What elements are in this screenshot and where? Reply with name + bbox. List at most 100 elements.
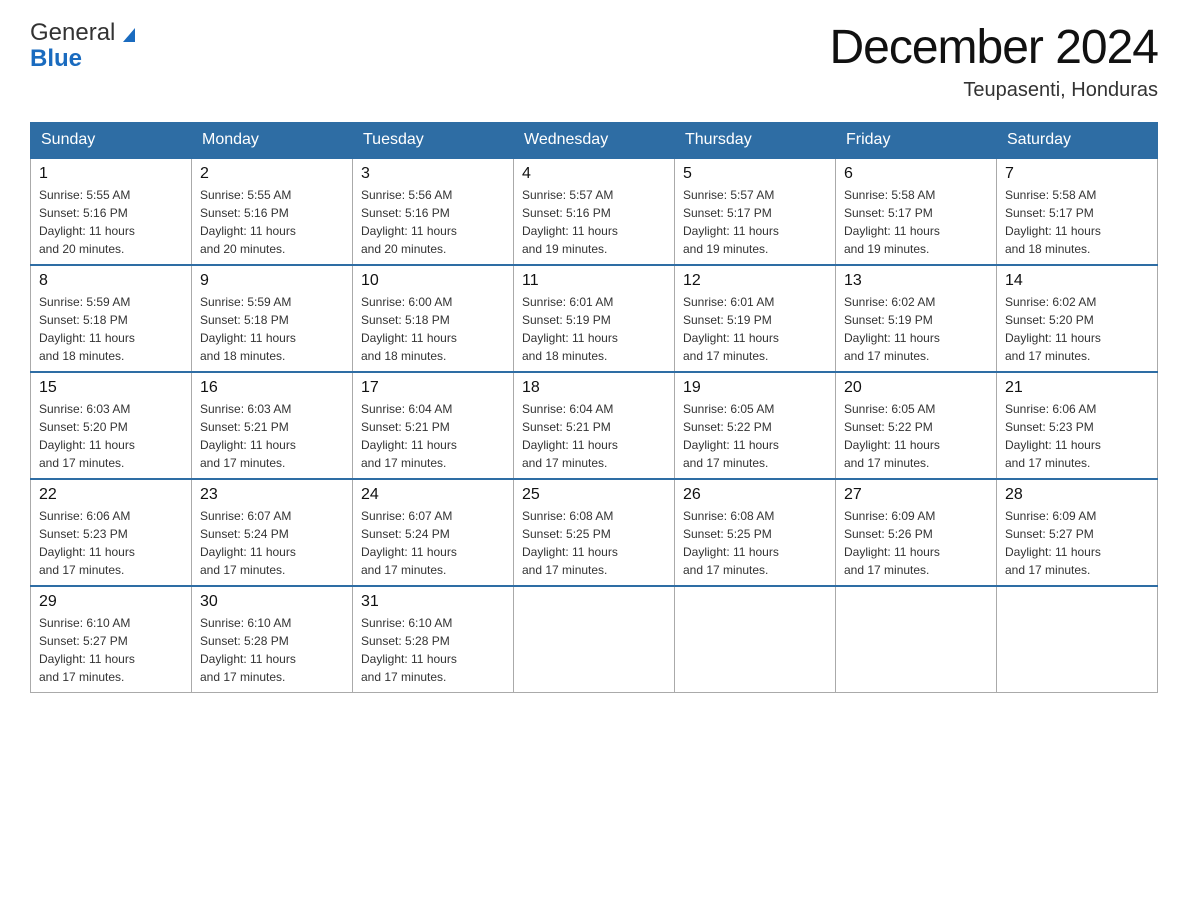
day-info: Sunrise: 5:59 AMSunset: 5:18 PMDaylight:… — [200, 293, 344, 365]
week-row-5: 29 Sunrise: 6:10 AMSunset: 5:27 PMDayligh… — [31, 586, 1158, 693]
day-number: 3 — [361, 165, 505, 183]
calendar-cell — [997, 586, 1158, 693]
day-number: 18 — [522, 379, 666, 397]
calendar-cell: 3 Sunrise: 5:56 AMSunset: 5:16 PMDaylight… — [353, 158, 514, 265]
day-number: 4 — [522, 165, 666, 183]
day-info: Sunrise: 5:55 AMSunset: 5:16 PMDaylight:… — [200, 186, 344, 258]
calendar-table: SundayMondayTuesdayWednesdayThursdayFrid… — [30, 122, 1158, 693]
day-number: 29 — [39, 593, 183, 611]
day-info: Sunrise: 6:02 AMSunset: 5:19 PMDaylight:… — [844, 293, 988, 365]
day-info: Sunrise: 5:55 AMSunset: 5:16 PMDaylight:… — [39, 186, 183, 258]
calendar-cell: 13 Sunrise: 6:02 AMSunset: 5:19 PMDayligh… — [836, 265, 997, 372]
day-number: 1 — [39, 165, 183, 183]
day-number: 10 — [361, 272, 505, 290]
logo-general-text: General — [30, 20, 115, 46]
day-info: Sunrise: 6:02 AMSunset: 5:20 PMDaylight:… — [1005, 293, 1149, 365]
day-number: 25 — [522, 486, 666, 504]
day-number: 20 — [844, 379, 988, 397]
day-number: 31 — [361, 593, 505, 611]
calendar-cell: 7 Sunrise: 5:58 AMSunset: 5:17 PMDaylight… — [997, 158, 1158, 265]
day-info: Sunrise: 6:05 AMSunset: 5:22 PMDaylight:… — [844, 400, 988, 472]
day-number: 30 — [200, 593, 344, 611]
calendar-cell: 6 Sunrise: 5:58 AMSunset: 5:17 PMDaylight… — [836, 158, 997, 265]
calendar-cell: 12 Sunrise: 6:01 AMSunset: 5:19 PMDayligh… — [675, 265, 836, 372]
calendar-cell: 11 Sunrise: 6:01 AMSunset: 5:19 PMDayligh… — [514, 265, 675, 372]
day-info: Sunrise: 5:57 AMSunset: 5:16 PMDaylight:… — [522, 186, 666, 258]
day-info: Sunrise: 6:09 AMSunset: 5:26 PMDaylight:… — [844, 507, 988, 579]
day-info: Sunrise: 6:08 AMSunset: 5:25 PMDaylight:… — [522, 507, 666, 579]
calendar-cell: 14 Sunrise: 6:02 AMSunset: 5:20 PMDayligh… — [997, 265, 1158, 372]
calendar-cell: 2 Sunrise: 5:55 AMSunset: 5:16 PMDaylight… — [192, 158, 353, 265]
calendar-cell: 20 Sunrise: 6:05 AMSunset: 5:22 PMDayligh… — [836, 372, 997, 479]
day-header-saturday: Saturday — [997, 123, 1158, 159]
day-number: 12 — [683, 272, 827, 290]
calendar-cell: 16Sunrise: 6:03 AMSunset: 5:21 PMDayligh… — [192, 372, 353, 479]
day-header-tuesday: Tuesday — [353, 123, 514, 159]
week-row-3: 15 Sunrise: 6:03 AMSunset: 5:20 PMDayligh… — [31, 372, 1158, 479]
calendar-cell: 17 Sunrise: 6:04 AMSunset: 5:21 PMDayligh… — [353, 372, 514, 479]
calendar-cell: 24 Sunrise: 6:07 AMSunset: 5:24 PMDayligh… — [353, 479, 514, 586]
day-number: 11 — [522, 272, 666, 290]
week-row-1: 1 Sunrise: 5:55 AMSunset: 5:16 PMDaylight… — [31, 158, 1158, 265]
day-number: 16 — [200, 379, 344, 397]
calendar-cell: 31Sunrise: 6:10 AMSunset: 5:28 PMDayligh… — [353, 586, 514, 693]
day-number: 7 — [1005, 165, 1149, 183]
day-info: Sunrise: 6:03 AMSunset: 5:20 PMDaylight:… — [39, 400, 183, 472]
day-info: Sunrise: 6:06 AMSunset: 5:23 PMDaylight:… — [39, 507, 183, 579]
day-number: 21 — [1005, 379, 1149, 397]
day-number: 23 — [200, 486, 344, 504]
day-number: 24 — [361, 486, 505, 504]
day-info: Sunrise: 6:05 AMSunset: 5:22 PMDaylight:… — [683, 400, 827, 472]
day-info: Sunrise: 5:58 AMSunset: 5:17 PMDaylight:… — [1005, 186, 1149, 258]
day-header-wednesday: Wednesday — [514, 123, 675, 159]
logo-triangle-icon — [117, 22, 141, 46]
day-info: Sunrise: 6:04 AMSunset: 5:21 PMDaylight:… — [361, 400, 505, 472]
day-header-sunday: Sunday — [31, 123, 192, 159]
day-info: Sunrise: 5:56 AMSunset: 5:16 PMDaylight:… — [361, 186, 505, 258]
day-number: 22 — [39, 486, 183, 504]
calendar-cell: 29 Sunrise: 6:10 AMSunset: 5:27 PMDayligh… — [31, 586, 192, 693]
day-info: Sunrise: 6:06 AMSunset: 5:23 PMDaylight:… — [1005, 400, 1149, 472]
day-number: 15 — [39, 379, 183, 397]
day-info: Sunrise: 5:59 AMSunset: 5:18 PMDaylight:… — [39, 293, 183, 365]
day-info: Sunrise: 6:08 AMSunset: 5:25 PMDaylight:… — [683, 507, 827, 579]
day-number: 14 — [1005, 272, 1149, 290]
calendar-cell — [675, 586, 836, 693]
calendar-cell: 25 Sunrise: 6:08 AMSunset: 5:25 PMDayligh… — [514, 479, 675, 586]
day-info: Sunrise: 6:10 AMSunset: 5:27 PMDaylight:… — [39, 614, 183, 686]
day-info: Sunrise: 6:00 AMSunset: 5:18 PMDaylight:… — [361, 293, 505, 365]
calendar-cell: 27 Sunrise: 6:09 AMSunset: 5:26 PMDayligh… — [836, 479, 997, 586]
day-number: 28 — [1005, 486, 1149, 504]
day-info: Sunrise: 6:09 AMSunset: 5:27 PMDaylight:… — [1005, 507, 1149, 579]
day-number: 2 — [200, 165, 344, 183]
day-number: 27 — [844, 486, 988, 504]
day-info: Sunrise: 5:58 AMSunset: 5:17 PMDaylight:… — [844, 186, 988, 258]
day-number: 9 — [200, 272, 344, 290]
calendar-cell: 23Sunrise: 6:07 AMSunset: 5:24 PMDayligh… — [192, 479, 353, 586]
day-number: 13 — [844, 272, 988, 290]
day-info: Sunrise: 6:01 AMSunset: 5:19 PMDaylight:… — [522, 293, 666, 365]
calendar-cell — [514, 586, 675, 693]
day-number: 6 — [844, 165, 988, 183]
calendar-header-row: SundayMondayTuesdayWednesdayThursdayFrid… — [31, 123, 1158, 159]
day-header-monday: Monday — [192, 123, 353, 159]
day-info: Sunrise: 6:07 AMSunset: 5:24 PMDaylight:… — [361, 507, 505, 579]
calendar-cell: 10 Sunrise: 6:00 AMSunset: 5:18 PMDayligh… — [353, 265, 514, 372]
calendar-cell: 5 Sunrise: 5:57 AMSunset: 5:17 PMDaylight… — [675, 158, 836, 265]
day-number: 5 — [683, 165, 827, 183]
calendar-title: December 2024 — [829, 20, 1158, 75]
day-info: Sunrise: 6:01 AMSunset: 5:19 PMDaylight:… — [683, 293, 827, 365]
calendar-cell: 4 Sunrise: 5:57 AMSunset: 5:16 PMDaylight… — [514, 158, 675, 265]
day-number: 17 — [361, 379, 505, 397]
day-header-friday: Friday — [836, 123, 997, 159]
calendar-cell: 1 Sunrise: 5:55 AMSunset: 5:16 PMDaylight… — [31, 158, 192, 265]
calendar-cell: 22 Sunrise: 6:06 AMSunset: 5:23 PMDayligh… — [31, 479, 192, 586]
calendar-cell: 30Sunrise: 6:10 AMSunset: 5:28 PMDayligh… — [192, 586, 353, 693]
day-info: Sunrise: 5:57 AMSunset: 5:17 PMDaylight:… — [683, 186, 827, 258]
calendar-subtitle: Teupasenti, Honduras — [829, 79, 1158, 102]
week-row-2: 8Sunrise: 5:59 AMSunset: 5:18 PMDaylight… — [31, 265, 1158, 372]
calendar-cell: 9 Sunrise: 5:59 AMSunset: 5:18 PMDaylight… — [192, 265, 353, 372]
day-number: 26 — [683, 486, 827, 504]
day-info: Sunrise: 6:04 AMSunset: 5:21 PMDaylight:… — [522, 400, 666, 472]
calendar-cell — [836, 586, 997, 693]
